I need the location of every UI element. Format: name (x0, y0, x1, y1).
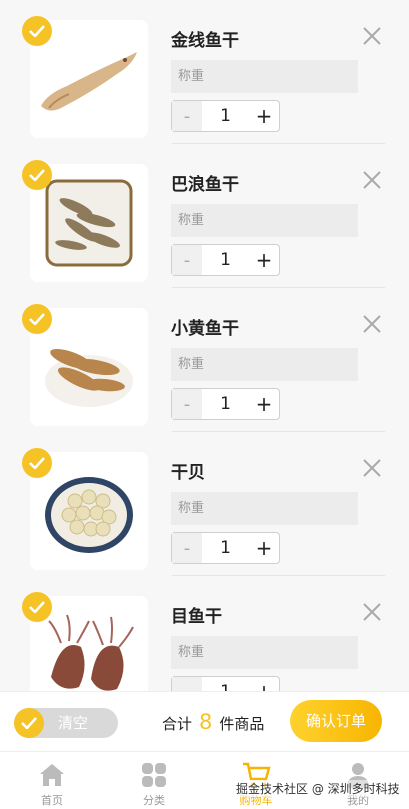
decrease-button[interactable]: - (172, 245, 202, 275)
cart-item: 巴浪鱼干 称重 - 1 + (0, 144, 409, 288)
quantity-value[interactable]: 1 (202, 101, 249, 131)
cart-page: 金线鱼干 称重 - 1 + 巴浪鱼干 称重 - 1 + 小黄鱼干 称重 - 1 … (0, 0, 409, 809)
weight-field[interactable]: 称重 (171, 492, 358, 525)
quantity-value[interactable]: 1 (202, 677, 249, 691)
quantity-stepper: - 1 + (171, 100, 280, 132)
clear-label: 清空 (58, 714, 89, 732)
tab-label: 分类 (143, 794, 165, 807)
select-check-icon[interactable] (22, 592, 52, 622)
watermark: 掘金技术社区 @ 深圳多时科技 (236, 780, 400, 797)
quantity-stepper: - 1 + (171, 532, 280, 564)
home-icon (40, 764, 64, 786)
quantity-stepper: - 1 + (171, 388, 280, 420)
increase-button[interactable]: + (249, 101, 279, 131)
tab-home[interactable]: 首页 (12, 760, 92, 808)
remove-icon[interactable] (362, 26, 382, 46)
quantity-value[interactable]: 1 (202, 245, 249, 275)
cart-item: 金线鱼干 称重 - 1 + (0, 0, 409, 144)
select-check-icon[interactable] (22, 160, 52, 190)
remove-icon[interactable] (362, 458, 382, 478)
quantity-stepper: - 1 + (171, 676, 280, 691)
select-check-icon[interactable] (22, 16, 52, 46)
decrease-button[interactable]: - (172, 389, 202, 419)
cart-total: 合计 8 件商品 (162, 710, 264, 734)
product-name: 巴浪鱼干 (171, 175, 239, 195)
tab-category[interactable]: 分类 (114, 760, 194, 808)
tab-label: 首页 (41, 794, 63, 807)
quantity-value[interactable]: 1 (202, 389, 249, 419)
select-check-icon[interactable] (22, 448, 52, 478)
product-name: 目鱼干 (171, 607, 222, 627)
total-count: 8 (199, 710, 213, 734)
weight-field[interactable]: 称重 (171, 636, 358, 669)
cart-item: 干贝 称重 - 1 + (0, 432, 409, 576)
quantity-value[interactable]: 1 (202, 533, 249, 563)
confirm-order-button[interactable]: 确认订单 (290, 700, 382, 742)
cart-item: 小黄鱼干 称重 - 1 + (0, 288, 409, 432)
select-all-check-icon[interactable] (14, 708, 44, 738)
quantity-stepper: - 1 + (171, 244, 280, 276)
clear-cart-toggle[interactable]: 清空 (14, 708, 118, 738)
decrease-button[interactable]: - (172, 533, 202, 563)
product-name: 干贝 (171, 463, 205, 483)
cart-item: 目鱼干 称重 - 1 + (0, 576, 409, 691)
decrease-button[interactable]: - (172, 101, 202, 131)
remove-icon[interactable] (362, 314, 382, 334)
increase-button[interactable]: + (249, 389, 279, 419)
product-name: 金线鱼干 (171, 31, 239, 51)
weight-field[interactable]: 称重 (171, 60, 358, 93)
increase-button[interactable]: + (249, 533, 279, 563)
remove-icon[interactable] (362, 170, 382, 190)
decrease-button[interactable]: - (172, 677, 202, 691)
product-name: 小黄鱼干 (171, 319, 239, 339)
weight-field[interactable]: 称重 (171, 348, 358, 381)
total-suffix: 件商品 (219, 715, 265, 733)
total-prefix: 合计 (162, 715, 193, 733)
category-icon (142, 763, 166, 787)
select-check-icon[interactable] (22, 304, 52, 334)
remove-icon[interactable] (362, 602, 382, 622)
increase-button[interactable]: + (249, 245, 279, 275)
increase-button[interactable]: + (249, 677, 279, 691)
cart-list[interactable]: 金线鱼干 称重 - 1 + 巴浪鱼干 称重 - 1 + 小黄鱼干 称重 - 1 … (0, 0, 409, 691)
weight-field[interactable]: 称重 (171, 204, 358, 237)
checkout-bar: 清空 合计 8 件商品 确认订单 (0, 691, 409, 751)
